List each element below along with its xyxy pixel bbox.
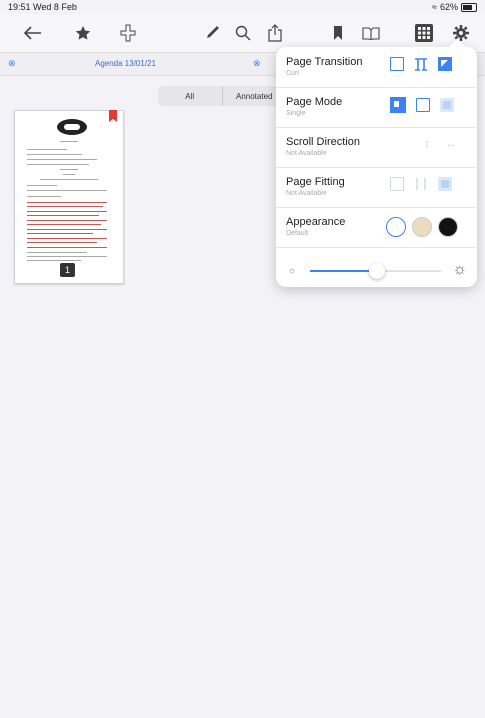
fit-width-icon[interactable] — [414, 177, 428, 191]
brightness-knob[interactable] — [369, 263, 385, 279]
wifi-icon: ≈ — [432, 2, 437, 12]
page-number-badge: 1 — [60, 263, 75, 277]
logo — [57, 119, 87, 135]
scroll-direction-label: Scroll Direction — [286, 136, 360, 148]
scroll-direction-row: Scroll Direction Not Available ↕ ↔ — [276, 127, 477, 168]
page-transition-value: Curl — [286, 70, 299, 77]
page-mode-value: Single — [286, 110, 306, 117]
scroll-vertical-icon[interactable]: ↕ — [420, 137, 434, 151]
brightness-slider[interactable]: ☼ ☼ — [286, 261, 467, 281]
appearance-dark-swatch[interactable] — [438, 217, 458, 237]
bookmark-flag-icon — [109, 110, 117, 122]
battery-percent: 62% — [439, 2, 458, 12]
thumbnail-filter: All Annotated — [158, 86, 286, 106]
grid-icon[interactable] — [409, 18, 439, 48]
scroll-direction-value: Not Available — [286, 150, 327, 157]
mode-cover-icon[interactable] — [440, 98, 454, 112]
page-fitting-row: Page Fitting Not Available — [276, 167, 477, 208]
bookmark-icon[interactable] — [323, 18, 353, 48]
add-icon[interactable] — [113, 18, 143, 48]
status-time: 19:51 Wed 8 Feb — [8, 2, 77, 12]
transition-curl-icon[interactable] — [438, 57, 452, 71]
back-arrow-icon[interactable] — [18, 18, 48, 48]
scroll-horizontal-icon[interactable]: ↔ — [444, 137, 458, 151]
fit-custom-icon[interactable] — [438, 177, 452, 191]
page-transition-row: Page Transition Curl — [276, 47, 477, 88]
appearance-label: Appearance — [286, 216, 346, 228]
settings-popover: Page Transition Curl Page Mode Single Sc… — [276, 47, 477, 287]
status-right: ≈ 62% — [432, 2, 477, 12]
appearance-default-swatch[interactable] — [386, 217, 406, 237]
brightness-high-icon: ☼ — [452, 261, 467, 278]
appearance-row: Appearance Default — [276, 207, 477, 248]
transition-columns-icon[interactable] — [414, 57, 428, 71]
page-transition-label: Page Transition — [286, 56, 363, 68]
share-icon[interactable] — [260, 18, 290, 48]
appearance-sepia-swatch[interactable] — [412, 217, 432, 237]
tab-close-icon[interactable]: ⊗ — [8, 58, 16, 69]
page-fitting-label: Page Fitting — [286, 176, 345, 188]
page-mode-row: Page Mode Single — [276, 87, 477, 128]
star-icon[interactable] — [68, 18, 98, 48]
page-fitting-value: Not Available — [286, 190, 327, 197]
mode-single-icon[interactable] — [390, 97, 406, 113]
appearance-value: Default — [286, 230, 309, 237]
pen-icon[interactable] — [198, 18, 228, 48]
page-mode-label: Page Mode — [286, 96, 343, 108]
tab-agenda[interactable]: Agenda 13/01/21 — [95, 59, 156, 68]
brightness-track[interactable] — [310, 263, 441, 279]
battery-icon — [461, 2, 477, 12]
tab-close-icon-2[interactable]: ⊗ — [253, 58, 261, 69]
brightness-low-icon: ☼ — [288, 265, 297, 275]
mode-double-icon[interactable] — [416, 98, 430, 112]
filter-all[interactable]: All — [158, 86, 222, 106]
book-icon[interactable] — [356, 18, 386, 48]
status-bar: 19:51 Wed 8 Feb ≈ 62% — [0, 0, 485, 14]
transition-page-icon[interactable] — [390, 57, 404, 71]
fit-page-icon[interactable] — [390, 177, 404, 191]
page-thumbnail[interactable] — [14, 110, 124, 284]
search-icon[interactable] — [228, 18, 258, 48]
